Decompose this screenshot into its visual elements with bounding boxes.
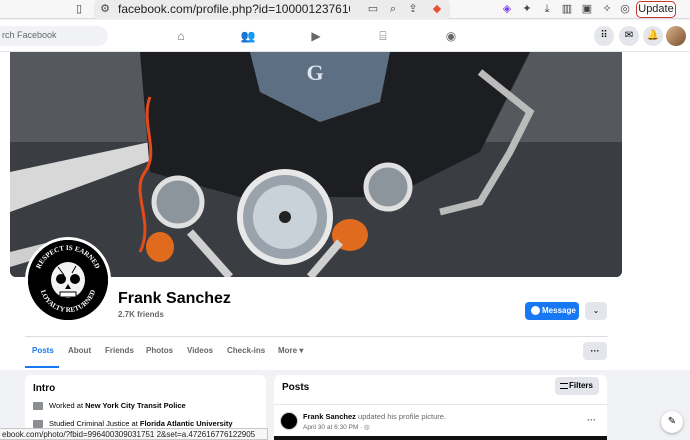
intro-work-prefix: Worked at: [49, 401, 86, 410]
more-options-icon[interactable]: ···: [583, 342, 607, 360]
message-button[interactable]: Message: [525, 302, 579, 320]
leo-icon[interactable]: ✧: [600, 2, 614, 16]
vpn-icon[interactable]: ◎: [618, 2, 632, 16]
filters-label: Filters: [568, 381, 593, 390]
tab-videos[interactable]: Videos: [187, 346, 213, 355]
extension-icon[interactable]: ◈: [500, 2, 514, 16]
tab-check-ins[interactable]: Check-ins: [227, 346, 265, 355]
marketplace-icon[interactable]: ⌸: [375, 28, 391, 44]
cover-photo[interactable]: G: [10, 52, 622, 277]
messenger-bubble-icon: [531, 306, 540, 315]
menu-grid-icon[interactable]: ⠿: [594, 26, 614, 46]
post-author-name[interactable]: Frank Sanchez: [303, 412, 356, 421]
post-author-avatar[interactable]: [280, 412, 298, 430]
posts-card: Posts Filters Frank Sanchez updated his …: [274, 375, 607, 440]
briefcase-icon: [33, 402, 43, 411]
profile-name: Frank Sanchez: [118, 290, 231, 307]
skull-emblem: RESPECT IS EARNED LOYALTY RETURNED: [28, 240, 108, 320]
header-divider: [25, 336, 608, 337]
profile-picture[interactable]: RESPECT IS EARNED LOYALTY RETURNED: [25, 237, 111, 323]
cast-icon[interactable]: ▭: [366, 2, 380, 16]
tab-photos[interactable]: Photos: [146, 346, 173, 355]
intro-title: Intro: [33, 383, 56, 394]
friends-count[interactable]: 2.7K friends: [118, 310, 164, 319]
tab-posts[interactable]: Posts: [32, 346, 54, 355]
puzzle-icon[interactable]: ✦: [520, 2, 534, 16]
zoom-icon[interactable]: ⌕: [386, 2, 400, 16]
brave-shield-icon[interactable]: ◆: [430, 2, 444, 16]
posts-divider: [274, 404, 607, 405]
browser-toolbar: ▯ ⚙ facebook.com/profile.php?id=10000123…: [0, 0, 690, 19]
cover-emblem-letter: G: [306, 60, 323, 85]
tab-friends[interactable]: Friends: [105, 346, 134, 355]
search-placeholder: rch Facebook: [2, 30, 57, 40]
share-icon[interactable]: ⇪: [406, 2, 420, 16]
friends-icon[interactable]: 👥: [240, 28, 256, 44]
tab-more[interactable]: More ▾: [278, 346, 303, 355]
bookmark-icon[interactable]: ▯: [72, 2, 86, 16]
intro-edu-place[interactable]: Florida Atlantic University: [140, 419, 233, 428]
gaming-icon[interactable]: ◉: [443, 28, 459, 44]
filters-button[interactable]: Filters: [555, 377, 599, 395]
wallet-icon[interactable]: ▣: [580, 2, 594, 16]
facebook-nav: rch Facebook ⌂ 👥 ▶ ⌸ ◉ ⠿ ✉ 🔔: [0, 20, 690, 52]
tab-about[interactable]: About: [68, 346, 91, 355]
compose-icon[interactable]: ✎: [661, 411, 683, 433]
messenger-icon[interactable]: ✉: [619, 26, 639, 46]
address-bar[interactable]: ⚙ facebook.com/profile.php?id=1000012376…: [94, 0, 450, 19]
intro-education-row: Studied Criminal Justice at Florida Atla…: [33, 419, 233, 429]
status-bar-url: ebook.com/photo/?fbid=996400309031751 2&…: [0, 428, 268, 440]
account-avatar[interactable]: [666, 26, 686, 46]
post-more-options-icon[interactable]: ···: [587, 415, 596, 425]
active-tab-indicator: [25, 366, 59, 368]
post-action: updated his profile picture.: [355, 412, 446, 421]
url-text: facebook.com/profile.php?id=100001237610…: [118, 2, 350, 16]
filters-icon: [560, 383, 568, 389]
site-settings-icon[interactable]: ⚙: [98, 2, 112, 16]
post-author-line: Frank Sanchez updated his profile pictur…: [303, 412, 446, 421]
search-input[interactable]: rch Facebook: [0, 26, 108, 46]
intro-work-row: Worked at New York City Transit Police: [33, 401, 186, 411]
graduation-cap-icon: [33, 420, 43, 429]
intro-edu-prefix: Studied Criminal Justice at: [49, 419, 140, 428]
posts-title: Posts: [282, 382, 310, 393]
notifications-icon[interactable]: 🔔: [643, 26, 663, 46]
message-label: Message: [542, 306, 576, 315]
profile-header: G RESPECT IS EARNED LOYALTY RETURNED Fra…: [0, 52, 690, 370]
chevron-down-icon[interactable]: ⌄: [585, 302, 607, 320]
home-icon[interactable]: ⌂: [173, 28, 189, 44]
post-image[interactable]: [274, 436, 607, 440]
update-button[interactable]: Update: [636, 1, 676, 18]
intro-work-place[interactable]: New York City Transit Police: [85, 401, 186, 410]
cover-photo-art: G: [10, 52, 622, 277]
download-icon[interactable]: ⤓: [540, 2, 554, 16]
video-icon[interactable]: ▶: [308, 28, 324, 44]
sidebar-icon[interactable]: ▥: [560, 2, 574, 16]
post-date[interactable]: April 30 at 6:30 PM · ◎: [303, 423, 370, 431]
